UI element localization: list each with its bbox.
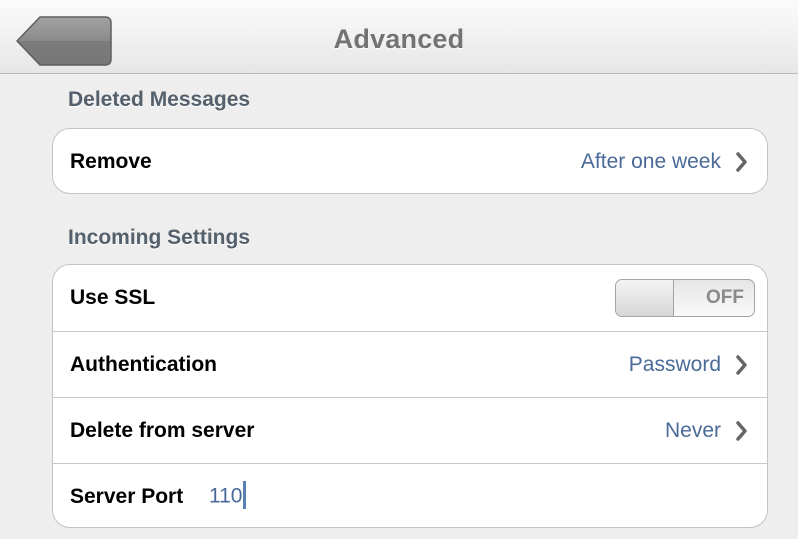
- group-deleted-messages: Remove After one week: [52, 128, 768, 194]
- use-ssl-row: Use SSL OFF: [53, 265, 767, 331]
- server-port-label: Server Port: [70, 484, 184, 508]
- settings-content: Deleted Messages Remove After one week I…: [0, 74, 798, 539]
- toggle-state-text: OFF: [706, 287, 744, 308]
- remove-row[interactable]: Remove After one week: [53, 129, 767, 193]
- chevron-right-icon: [736, 152, 747, 172]
- authentication-row[interactable]: Authentication Password: [53, 331, 767, 397]
- toggle-knob: [616, 280, 674, 316]
- section-header-deleted-messages: Deleted Messages: [68, 88, 251, 111]
- server-port-row: Server Port 110: [53, 463, 767, 527]
- page-title: Advanced: [333, 24, 465, 54]
- authentication-value: Password: [628, 352, 721, 376]
- remove-label: Remove: [70, 150, 152, 173]
- remove-value: After one week: [580, 150, 721, 173]
- use-ssl-toggle[interactable]: OFF: [615, 279, 755, 317]
- use-ssl-label: Use SSL: [70, 286, 156, 309]
- authentication-label: Authentication: [70, 352, 217, 376]
- server-port-field[interactable]: 110: [209, 480, 247, 511]
- chevron-right-icon: [736, 420, 747, 441]
- chevron-right-icon: [736, 354, 747, 375]
- navigation-bar: Advanced: [0, 0, 798, 74]
- delete-from-server-value: Never: [664, 418, 721, 442]
- delete-from-server-row[interactable]: Delete from server Never: [53, 397, 767, 463]
- group-incoming-settings: Use SSL OFF Authentication Password Dele…: [52, 264, 768, 528]
- delete-from-server-label: Delete from server: [70, 418, 255, 442]
- section-header-incoming-settings: Incoming Settings: [68, 226, 251, 249]
- server-port-value: 110: [209, 484, 243, 508]
- text-cursor: [243, 480, 247, 509]
